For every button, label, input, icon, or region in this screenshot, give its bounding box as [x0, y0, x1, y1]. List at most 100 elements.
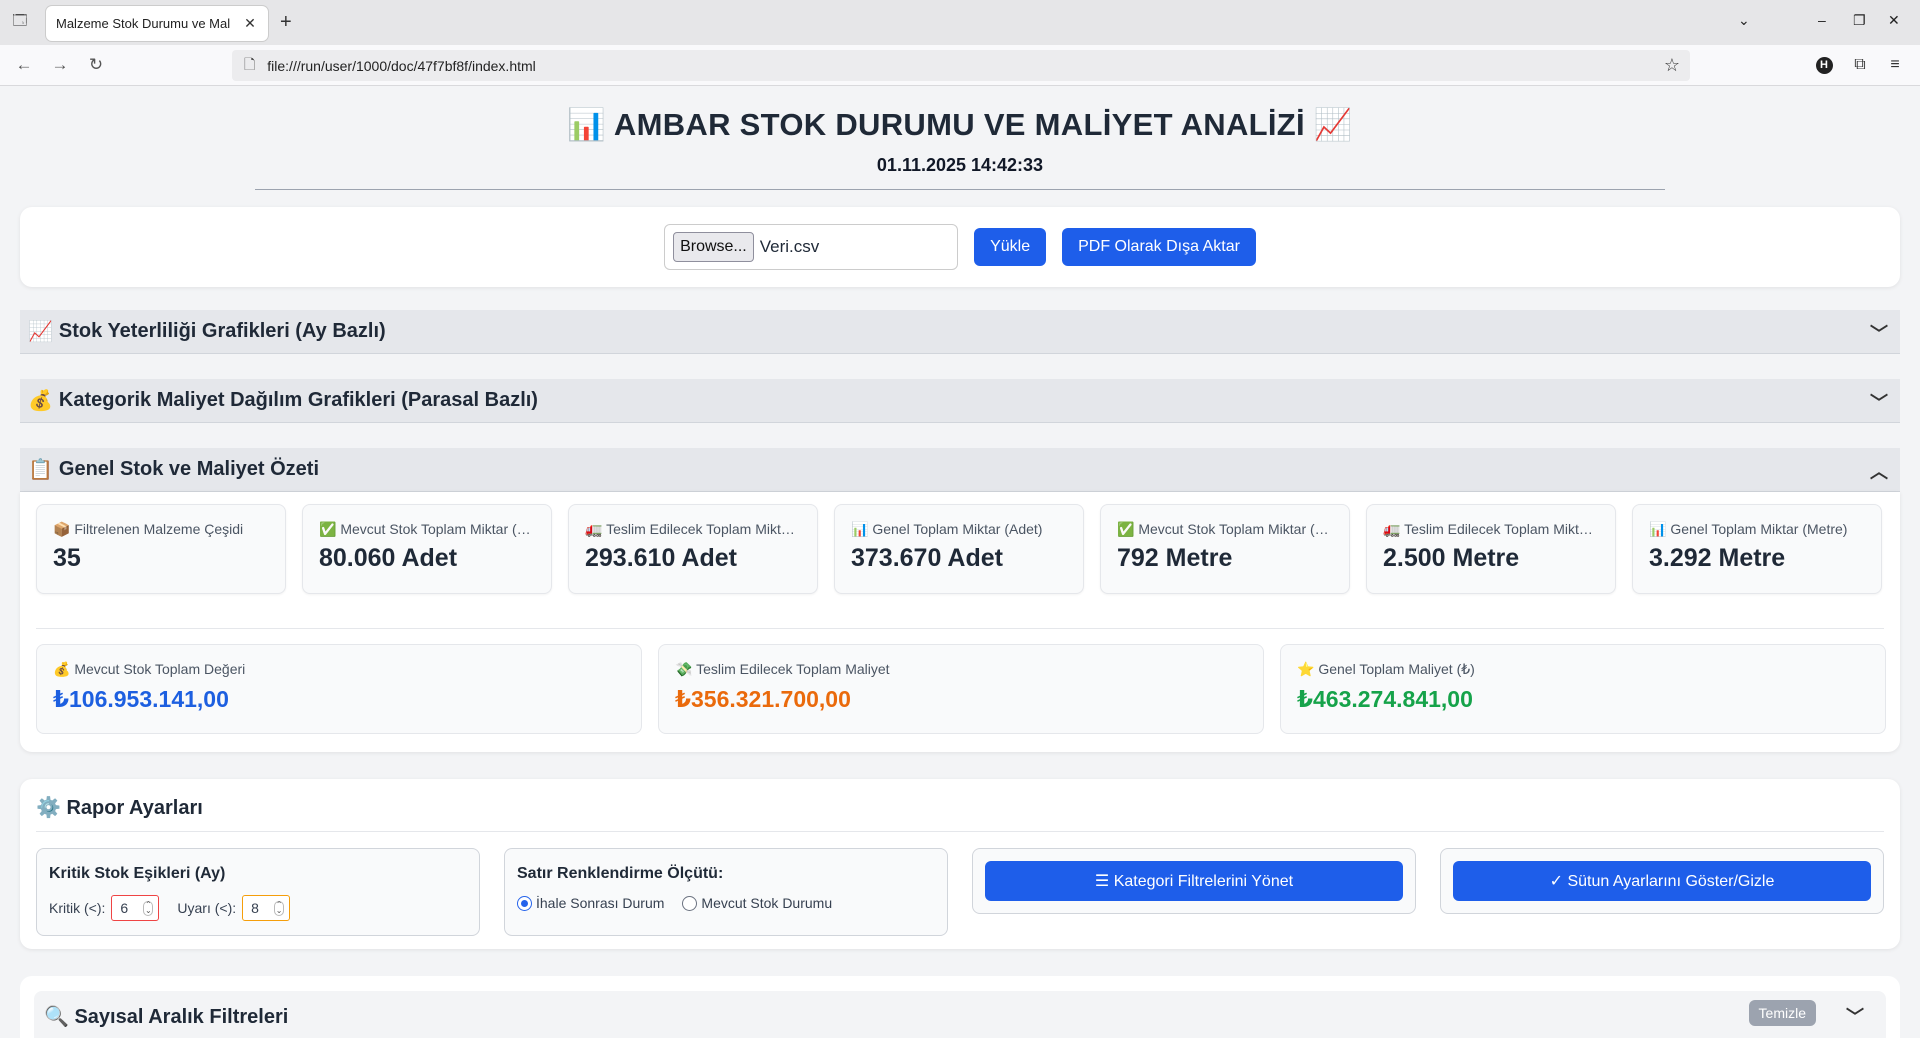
extensions-icon[interactable]: ⧉ — [1850, 55, 1870, 75]
back-icon[interactable]: ← — [14, 55, 34, 75]
browser-tab[interactable]: Malzeme Stok Durumu ve Mal ✕ — [46, 6, 268, 41]
bookmark-star-icon[interactable]: ☆ — [1664, 55, 1680, 76]
stat-label: ✅ Mevcut Stok Toplam Miktar (Metre) — [1117, 521, 1333, 537]
stat-label: 🚛 Teslim Edilecek Toplam Miktar (Metre) — [1383, 521, 1599, 537]
tab-close-icon[interactable]: ✕ — [242, 15, 258, 32]
file-input[interactable]: Browse... Veri.csv — [664, 224, 959, 270]
coloring-options: İhale Sonrası Durum Mevcut Stok Durumu — [517, 895, 832, 911]
stat-card: ✅ Mevcut Stok Toplam Miktar (Adet) 80.060… — [302, 504, 552, 594]
coloring-title: Satır Renklendirme Ölçütü: — [517, 865, 724, 882]
warning-input[interactable]: 8 ⌃ ⌄ — [242, 895, 291, 921]
threshold-panel: Kritik Stok Eşikleri (Ay) Kritik (<): 6 … — [36, 848, 480, 936]
stat-card: 🚛 Teslim Edilecek Toplam Miktar (Metre) 2… — [1366, 504, 1616, 594]
stat-label: 📊 Genel Toplam Miktar (Metre) — [1649, 521, 1848, 537]
upload-card: Browse... Veri.csv Yükle PDF Olarak Dışa… — [20, 207, 1900, 287]
critical-label: Kritik (<): — [49, 900, 106, 916]
category-panel: ☰ Kategori Filtrelerini Yönet — [972, 848, 1416, 914]
load-button[interactable]: Yükle — [974, 228, 1047, 266]
settings-title: ⚙️ Rapor Ayarları — [36, 797, 203, 819]
stat-label: ✅ Mevcut Stok Toplam Miktar (Adet) — [319, 521, 535, 537]
close-window-icon[interactable]: ✕ — [1888, 12, 1900, 29]
minimize-icon[interactable]: – — [1818, 12, 1826, 28]
settings-card: ⚙️ Rapor Ayarları Kritik Stok Eşikleri (… — [20, 779, 1900, 949]
stat-value: 373.670 Adet — [851, 544, 1003, 572]
filters-title: 🔍 Sayısal Aralık Filtreleri — [44, 1005, 289, 1028]
page-content: 📊 AMBAR STOK DURUMU VE MALİYET ANALİZİ 📈… — [0, 86, 1920, 1038]
coloring-panel: Satır Renklendirme Ölçütü: İhale Sonrası… — [504, 848, 948, 936]
summary-divider — [36, 628, 1884, 629]
browser-navbar: ← → ↻ 🗋 file:///run/user/1000/doc/47f7bf… — [0, 45, 1920, 86]
stat-card: 📦 Filtrelenen Malzeme Çeşidi 35 — [36, 504, 286, 594]
radio-unchecked-icon[interactable] — [682, 895, 698, 911]
numeric-filters-accordion[interactable]: 🔍 Sayısal Aralık Filtreleri Temizle ﹀ — [34, 991, 1886, 1038]
forward-icon[interactable]: → — [50, 55, 70, 75]
stat-label: 🚛 Teslim Edilecek Toplam Miktar (Adet) — [585, 521, 801, 537]
chevron-down-icon[interactable]: ﹀ — [1846, 1003, 1864, 1029]
stat-card: 📊 Genel Toplam Miktar (Metre) 3.292 Metre — [1632, 504, 1882, 594]
cost-value: ₺356.321.700,00 — [675, 686, 851, 712]
stat-label: 📊 Genel Toplam Miktar (Adet) — [851, 521, 1043, 537]
cost-charts-title: Kategorik Maliyet Dağılım Grafikleri (Pa… — [58, 389, 538, 411]
column-settings-button[interactable]: ✓ Sütun Ayarlarını Göster/Gizle — [1453, 861, 1871, 901]
money-bag-icon: 💰 — [28, 390, 53, 412]
threshold-title: Kritik Stok Eşikleri (Ay) — [49, 865, 226, 882]
radio-current-stock[interactable]: Mevcut Stok Durumu — [682, 895, 832, 911]
cost-charts-accordion[interactable]: 💰 Kategorik Maliyet Dağılım Grafikleri (… — [20, 379, 1900, 423]
cost-label: ⭐ Genel Toplam Maliyet (₺) — [1297, 661, 1475, 677]
stat-value: 35 — [53, 544, 81, 572]
cost-card: 💰 Mevcut Stok Toplam Değeri ₺106.953.141,… — [36, 644, 642, 734]
menu-icon[interactable]: ≡ — [1885, 55, 1905, 75]
critical-input[interactable]: 6 ⌃ ⌄ — [111, 895, 160, 921]
stat-label: 📦 Filtrelenen Malzeme Çeşidi — [53, 521, 244, 537]
cost-card: 💸 Teslim Edilecek Toplam Maliyet ₺356.321… — [658, 644, 1264, 734]
clear-filters-button[interactable]: Temizle — [1748, 1000, 1816, 1026]
restore-icon[interactable]: ❐ — [1853, 12, 1866, 29]
tab-title: Malzeme Stok Durumu ve Mal — [56, 16, 231, 31]
stat-value: 792 Metre — [1117, 544, 1233, 572]
reload-icon[interactable]: ↻ — [86, 55, 106, 75]
cost-value: ₺463.274.841,00 — [1297, 686, 1473, 712]
stat-value: 3.292 Metre — [1649, 544, 1786, 572]
stat-row: 📦 Filtrelenen Malzeme Çeşidi 35 ✅ Mevcut … — [36, 504, 1882, 594]
browser-tabbar: 🗔 Malzeme Stok Durumu ve Mal ✕ + ⌄ – ❐ ✕ — [0, 0, 1920, 45]
settings-divider — [36, 831, 1884, 832]
columns-panel: ✓ Sütun Ayarlarını Göster/Gizle — [1440, 848, 1884, 914]
page-title: 📊 AMBAR STOK DURUMU VE MALİYET ANALİZİ 📈 — [567, 107, 1353, 142]
file-name: Veri.csv — [759, 237, 820, 256]
new-tab-icon[interactable]: + — [280, 12, 292, 32]
critical-value: 6 — [120, 900, 129, 916]
chevron-down-icon[interactable]: ﹀ — [1870, 389, 1888, 415]
browse-button[interactable]: Browse... — [673, 232, 754, 262]
stock-charts-accordion[interactable]: 📈 Stok Yeterliliği Grafikleri (Ay Bazlı)… — [20, 310, 1900, 354]
url-bar[interactable]: 🗋 file:///run/user/1000/doc/47f7bf8f/ind… — [232, 50, 1690, 81]
stat-value: 2.500 Metre — [1383, 544, 1520, 572]
summary-accordion[interactable]: 📋 Genel Stok ve Maliyet Özeti ︿ — [20, 448, 1900, 492]
clipboard-icon: 📋 — [28, 459, 53, 481]
stat-card: 📊 Genel Toplam Miktar (Adet) 373.670 Adet — [834, 504, 1084, 594]
stat-card: ✅ Mevcut Stok Toplam Miktar (Metre) 792 M… — [1100, 504, 1350, 594]
profile-icon[interactable]: H — [1814, 55, 1834, 75]
spinner-icon[interactable]: ⌃ ⌄ — [143, 901, 154, 916]
tab-overflow-chevron-icon[interactable]: ⌄ — [1738, 12, 1750, 29]
chevron-down-icon[interactable]: ﹀ — [1870, 320, 1888, 346]
radio-label: İhale Sonrası Durum — [536, 895, 665, 911]
manage-category-filters-button[interactable]: ☰ Kategori Filtrelerini Yönet — [985, 861, 1403, 901]
export-pdf-button[interactable]: PDF Olarak Dışa Aktar — [1062, 228, 1256, 266]
radio-checked-icon[interactable] — [517, 895, 532, 911]
warning-label: Uyarı (<): — [177, 900, 237, 916]
radio-label: Mevcut Stok Durumu — [701, 895, 833, 911]
cost-row: 💰 Mevcut Stok Toplam Değeri ₺106.953.141,… — [36, 644, 1886, 734]
cost-value: ₺106.953.141,00 — [53, 686, 229, 712]
radio-post-tender[interactable]: İhale Sonrası Durum — [517, 895, 664, 911]
summary-title: Genel Stok ve Maliyet Özeti — [58, 458, 319, 480]
stat-value: 80.060 Adet — [319, 544, 458, 572]
spinner-icon[interactable]: ⌃ ⌄ — [274, 901, 285, 916]
stat-value: 293.610 Adet — [585, 544, 737, 572]
summary-body: 📦 Filtrelenen Malzeme Çeşidi 35 ✅ Mevcut … — [20, 492, 1900, 752]
stock-charts-title: Stok Yeterliliği Grafikleri (Ay Bazlı) — [58, 320, 386, 342]
header-divider — [255, 189, 1665, 190]
cost-label: 💰 Mevcut Stok Toplam Değeri — [53, 661, 246, 677]
chevron-up-icon[interactable]: ︿ — [1870, 458, 1888, 484]
chart-up-icon: 📈 — [28, 321, 53, 343]
tab-list-icon[interactable]: 🗔 — [10, 12, 30, 32]
